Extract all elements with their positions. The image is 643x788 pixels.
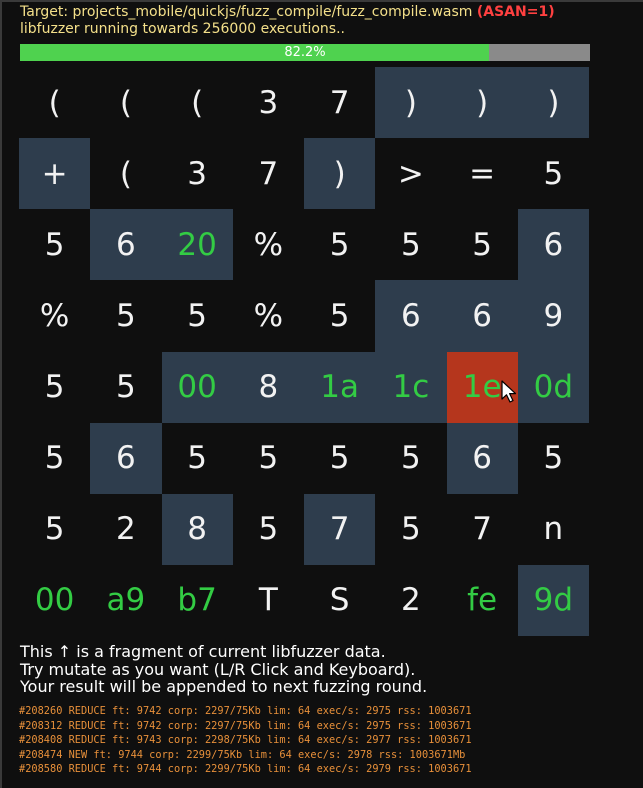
grid-cell[interactable]: 20	[161, 209, 233, 281]
grid-cell[interactable]: 2	[375, 565, 446, 636]
grid-cell[interactable]: )	[304, 138, 376, 210]
grid-cell[interactable]: %	[233, 280, 304, 351]
grid-cell[interactable]: a9	[90, 565, 161, 636]
grid-cell[interactable]: 7	[447, 494, 518, 565]
grid-cell[interactable]: 9	[517, 280, 589, 352]
grid-cell[interactable]: 8	[232, 351, 304, 423]
grid-cell[interactable]: )	[517, 67, 589, 139]
grid-cell[interactable]: +	[19, 138, 91, 210]
grid-cell[interactable]: 1a	[304, 351, 376, 423]
byte-grid: (((3 7))) +(3 7) > = 5 5 6 20% 5 5 5 6% 5 5% 5 6 6 9 5 5 00 8 1a…	[19, 67, 589, 636]
log-line: #208260 REDUCE ft: 9742 corp: 2297/75Kb …	[19, 705, 472, 717]
grid-cell[interactable]: )	[446, 67, 518, 139]
grid-cell[interactable]: n	[518, 494, 589, 565]
grid-cell[interactable]: 5	[90, 352, 161, 423]
grid-cell[interactable]: )	[375, 67, 447, 139]
log-line: #208408 REDUCE ft: 9743 corp: 2298/75Kb …	[19, 734, 472, 746]
grid-cell[interactable]: 5	[375, 423, 446, 494]
grid-cell[interactable]: 5	[304, 423, 375, 494]
target-label: Target: projects_mobile/quickjs/fuzz_com…	[20, 4, 473, 20]
progress-label: 82.2%	[284, 45, 326, 60]
grid-cell[interactable]: 5	[375, 494, 446, 565]
grid-cell[interactable]: 5	[19, 352, 90, 423]
grid-cell[interactable]: fe	[447, 565, 518, 636]
log-line: #208312 REDUCE ft: 9742 corp: 2297/75Kb …	[19, 719, 472, 732]
grid-cell-selected[interactable]: 1e	[446, 351, 518, 423]
target-line: Target: projects_mobile/quickjs/fuzz_com…	[20, 4, 640, 21]
grid-cell[interactable]: (	[162, 67, 233, 138]
grid-cell[interactable]: 5	[304, 209, 375, 280]
grid-cell[interactable]: 7	[304, 67, 375, 138]
instruction-line: Try mutate as you want (L/R Click and Ke…	[20, 659, 416, 679]
grid-cell[interactable]: 3	[233, 67, 304, 138]
grid-cell[interactable]: 5	[375, 209, 446, 280]
grid-cell[interactable]: (	[90, 138, 161, 209]
grid-cell[interactable]: 0d	[517, 351, 589, 423]
grid-cell[interactable]: =	[447, 138, 518, 209]
grid-cell[interactable]: 1c	[375, 351, 447, 423]
grid-cell[interactable]: 00	[19, 565, 90, 636]
progress-bar: 82.2%	[20, 44, 590, 61]
grid-cell[interactable]: S	[304, 565, 375, 636]
grid-cell[interactable]: 2	[90, 494, 161, 565]
grid-cell[interactable]: 7	[304, 493, 376, 565]
grid-cell[interactable]: 6	[375, 280, 447, 352]
grid-cell[interactable]: 3	[162, 138, 233, 209]
grid-cell[interactable]: 6	[90, 209, 162, 281]
grid-cell[interactable]: 5	[19, 423, 90, 494]
header: Target: projects_mobile/quickjs/fuzz_com…	[20, 4, 640, 38]
log-line: #208580 REDUCE ft: 9744 corp: 2299/75Kb …	[19, 763, 472, 775]
grid-cell[interactable]: 8	[161, 493, 233, 565]
log-line: #208474 NEW ft: 9744 corp: 2299/75Kb lim…	[19, 748, 466, 761]
grid-cell[interactable]: T	[233, 565, 304, 636]
grid-cell[interactable]: 5	[19, 494, 90, 565]
asan-badge: (ASAN=1)	[476, 4, 555, 20]
grid-cell[interactable]: 5	[518, 423, 589, 494]
grid-cell[interactable]: 5	[19, 209, 90, 280]
grid-cell[interactable]: 7	[233, 138, 304, 209]
grid-cell[interactable]: b7	[162, 565, 233, 636]
grid-cell[interactable]: (	[90, 67, 161, 138]
fuzzer-log: #208260 REDUCE ft: 9742 corp: 2297/75Kb …	[19, 704, 639, 777]
grid-cell[interactable]: 6	[446, 280, 518, 352]
instruction-line: This ↑ is a fragment of current libfuzze…	[20, 642, 386, 661]
grid-cell[interactable]: 9d	[517, 564, 589, 636]
grid-cell[interactable]: 5	[233, 423, 304, 494]
grid-cell[interactable]: 5	[162, 280, 233, 351]
grid-cell[interactable]: >	[375, 138, 446, 209]
grid-cell[interactable]: 5	[304, 280, 375, 351]
grid-cell[interactable]: 5	[233, 494, 304, 565]
grid-cell[interactable]: 6	[90, 422, 162, 494]
grid-cell[interactable]: 6	[517, 209, 589, 281]
grid-cell[interactable]: %	[19, 280, 90, 351]
grid-cell[interactable]: %	[233, 209, 304, 280]
grid-cell[interactable]: 6	[446, 422, 518, 494]
instruction-line: Your result will be appended to next fuz…	[20, 677, 428, 696]
grid-cell[interactable]: 5	[447, 209, 518, 280]
grid-cell[interactable]: 5	[162, 423, 233, 494]
grid-cell[interactable]: (	[19, 67, 90, 138]
grid-cell[interactable]: 00	[161, 351, 233, 423]
fuzzer-status: libfuzzer running towards 256000 executi…	[20, 21, 345, 37]
grid-cell[interactable]: 5	[90, 280, 161, 351]
instructions: This ↑ is a fragment of current libfuzze…	[20, 643, 427, 696]
grid-cell[interactable]: 5	[518, 138, 589, 209]
